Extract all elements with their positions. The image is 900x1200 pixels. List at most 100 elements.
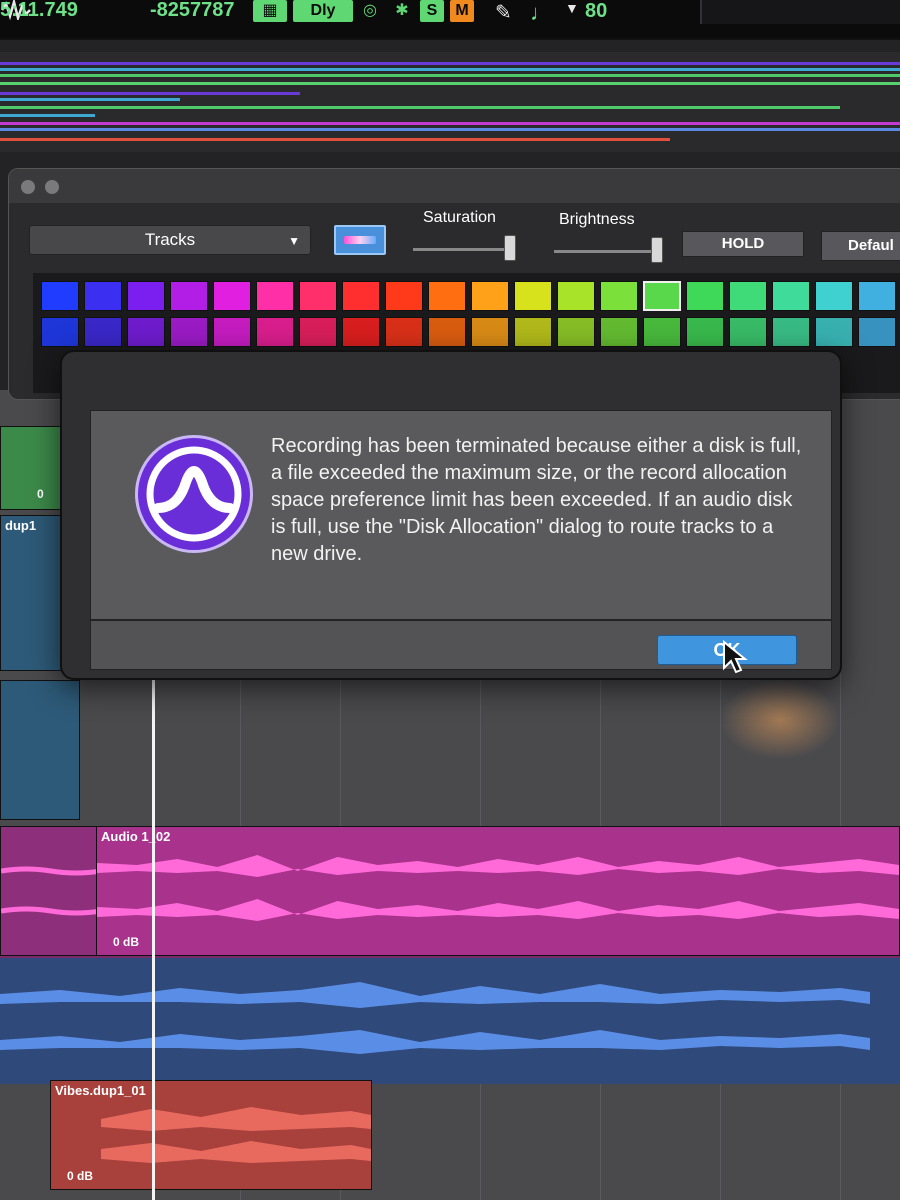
note-icon[interactable]: ♩ bbox=[530, 0, 552, 26]
overview-line bbox=[0, 114, 95, 117]
color-swatch[interactable] bbox=[858, 317, 896, 347]
track-lane-blue[interactable] bbox=[0, 958, 900, 1084]
color-swatch[interactable] bbox=[471, 281, 509, 311]
color-swatch[interactable] bbox=[170, 317, 208, 347]
clip-gain: 0 dB bbox=[67, 1169, 94, 1183]
color-swatch[interactable] bbox=[557, 317, 595, 347]
track-lane-audio1[interactable]: Audio 1_02 0 dB bbox=[0, 826, 900, 958]
color-swatch[interactable] bbox=[772, 281, 810, 311]
overview-line bbox=[0, 106, 840, 109]
main-counter[interactable]: 5:11.749 bbox=[0, 0, 78, 24]
overview-line bbox=[0, 74, 900, 77]
color-swatch-button[interactable] bbox=[334, 225, 386, 255]
color-swatch[interactable] bbox=[256, 281, 294, 311]
color-swatch[interactable] bbox=[772, 317, 810, 347]
mute-button[interactable]: M bbox=[450, 0, 474, 22]
alert-message: Recording has been terminated because ei… bbox=[271, 435, 802, 565]
brightness-slider[interactable] bbox=[554, 250, 662, 253]
color-swatch[interactable] bbox=[213, 317, 251, 347]
color-swatch[interactable] bbox=[729, 317, 767, 347]
session-overview bbox=[0, 52, 900, 152]
overview-line bbox=[0, 122, 900, 125]
color-swatch[interactable] bbox=[385, 281, 423, 311]
color-swatch[interactable] bbox=[342, 317, 380, 347]
sample-counter[interactable]: -8257787 bbox=[150, 0, 235, 24]
color-swatch[interactable] bbox=[428, 317, 466, 347]
dialog-footer: OK bbox=[90, 620, 832, 670]
color-swatch[interactable] bbox=[84, 317, 122, 347]
record-mode-icon[interactable]: ◎ bbox=[357, 0, 383, 22]
transport-panel bbox=[700, 0, 900, 24]
pro-tools-app-icon bbox=[135, 435, 253, 553]
clip-midi-dup1[interactable]: dup1 bbox=[0, 515, 62, 671]
brightness-slider-thumb[interactable] bbox=[650, 237, 663, 263]
color-swatch[interactable] bbox=[299, 281, 337, 311]
palette-target-select[interactable]: Tracks ▼ bbox=[29, 225, 311, 255]
color-swatch[interactable] bbox=[815, 281, 853, 311]
freeze-icon[interactable]: ✱ bbox=[390, 0, 414, 22]
color-swatch[interactable] bbox=[686, 317, 724, 347]
color-swatch[interactable] bbox=[127, 317, 165, 347]
waveform bbox=[0, 982, 870, 1054]
clip-audio-prev[interactable] bbox=[0, 826, 102, 956]
saturation-slider[interactable] bbox=[413, 248, 515, 251]
color-swatch[interactable] bbox=[600, 317, 638, 347]
window-titlebar[interactable] bbox=[9, 169, 900, 203]
color-swatch[interactable] bbox=[428, 281, 466, 311]
overview-line bbox=[0, 138, 670, 141]
color-swatch[interactable] bbox=[342, 281, 380, 311]
tempo-display[interactable]: 80 bbox=[585, 0, 607, 23]
color-swatch[interactable] bbox=[84, 281, 122, 311]
color-swatch[interactable] bbox=[686, 281, 724, 311]
hold-button[interactable]: HOLD bbox=[682, 231, 804, 257]
color-swatch[interactable] bbox=[471, 317, 509, 347]
pencil-icon[interactable]: ✎ bbox=[495, 0, 512, 25]
waveform bbox=[97, 855, 899, 921]
saturation-slider-thumb[interactable] bbox=[503, 235, 516, 261]
color-swatch[interactable] bbox=[127, 281, 165, 311]
waveform bbox=[101, 1107, 371, 1163]
dialog-body: Recording has been terminated because ei… bbox=[90, 410, 832, 620]
color-swatch[interactable] bbox=[643, 317, 681, 347]
palette-target-label: Tracks bbox=[144, 230, 196, 249]
color-swatch[interactable] bbox=[729, 281, 767, 311]
clip-gain: 0 bbox=[37, 487, 44, 501]
color-swatch[interactable] bbox=[514, 317, 552, 347]
color-swatch[interactable] bbox=[600, 281, 638, 311]
overview-line bbox=[0, 82, 900, 85]
brightness-label: Brightness bbox=[559, 211, 635, 228]
clip-name: dup1 bbox=[5, 518, 37, 533]
color-swatch[interactable] bbox=[256, 317, 294, 347]
overview-line bbox=[0, 98, 180, 101]
color-swatch[interactable] bbox=[643, 281, 681, 311]
color-swatch[interactable] bbox=[858, 281, 896, 311]
dropdown-arrow-icon[interactable]: ▼ bbox=[565, 0, 579, 16]
color-swatch[interactable] bbox=[557, 281, 595, 311]
delay-comp-button[interactable]: Dly bbox=[293, 0, 353, 22]
minimize-button[interactable] bbox=[45, 180, 59, 194]
overview-line bbox=[0, 68, 900, 71]
pro-tools-screen: 5:11.749 -8257787 ▦ Dly ◎ ✱ S M ✎ ♩ ▼ 80 bbox=[0, 0, 900, 1200]
color-swatch[interactable] bbox=[41, 317, 79, 347]
screen-glare bbox=[720, 680, 840, 760]
grid-mode-icon[interactable]: ▦ bbox=[253, 0, 287, 22]
overview-line bbox=[0, 128, 900, 131]
clip-gain: 0 dB bbox=[113, 935, 140, 949]
clip-vibes-dup1-01[interactable]: Vibes.dup1_01 0 dB bbox=[50, 1080, 372, 1190]
color-swatch[interactable] bbox=[213, 281, 251, 311]
solo-button[interactable]: S bbox=[420, 0, 444, 22]
overview-line bbox=[0, 92, 300, 95]
default-button[interactable]: Defaul bbox=[821, 231, 900, 261]
playhead[interactable] bbox=[152, 680, 155, 1200]
color-swatch[interactable] bbox=[170, 281, 208, 311]
color-swatch[interactable] bbox=[815, 317, 853, 347]
chevron-down-icon: ▼ bbox=[288, 234, 300, 248]
color-swatch[interactable] bbox=[299, 317, 337, 347]
overview-line bbox=[0, 62, 900, 65]
clip-audio-1-02[interactable]: Audio 1_02 0 dB bbox=[96, 826, 900, 956]
close-button[interactable] bbox=[21, 180, 35, 194]
clip-midi[interactable] bbox=[0, 680, 80, 820]
color-swatch[interactable] bbox=[385, 317, 423, 347]
color-swatch[interactable] bbox=[41, 281, 79, 311]
color-swatch[interactable] bbox=[514, 281, 552, 311]
